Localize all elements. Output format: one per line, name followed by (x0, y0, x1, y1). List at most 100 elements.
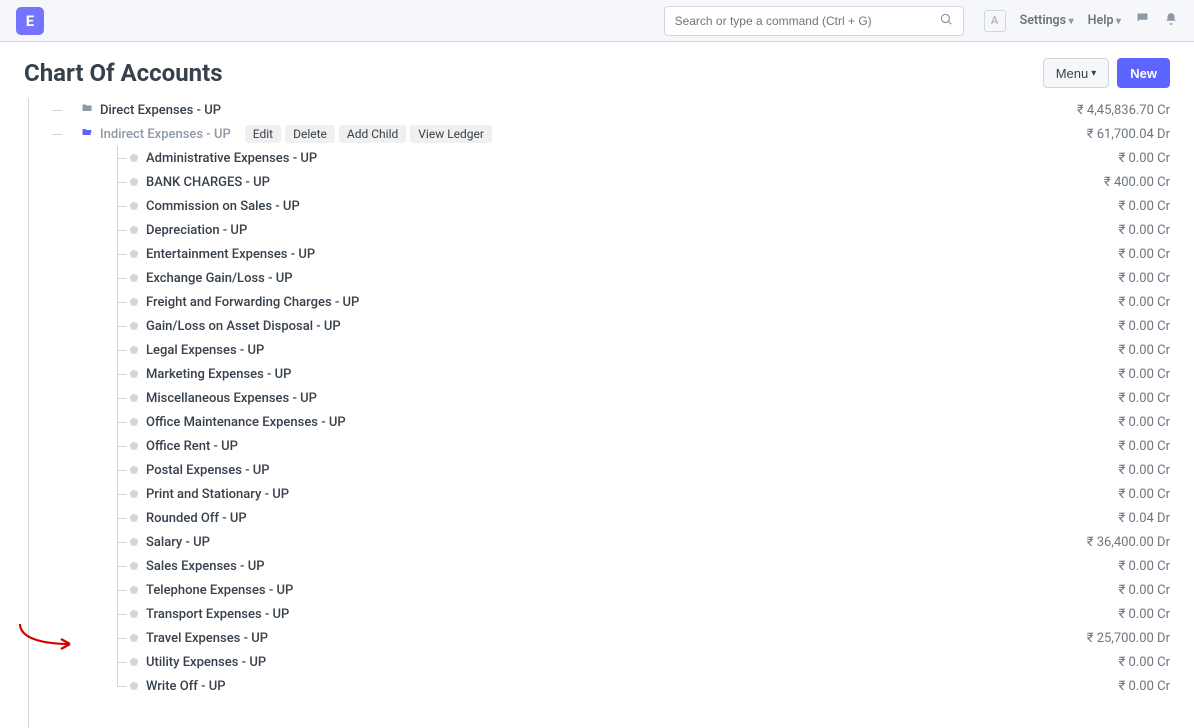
tree-leaf-amount: ₹ 0.00 Cr (1119, 559, 1170, 574)
tree-leaf-amount: ₹ 0.00 Cr (1119, 655, 1170, 670)
tree-leaf[interactable]: Print and Stationary - UP₹ 0.00 Cr (24, 482, 1170, 506)
tree-leaf-label: Print and Stationary - UP (146, 487, 289, 502)
leaf-bullet-icon (130, 298, 138, 306)
leaf-bullet-icon (130, 250, 138, 258)
tree-leaf-label: BANK CHARGES - UP (146, 175, 270, 190)
tree-leaf[interactable]: Marketing Expenses - UP ₹ 0.00 Cr (24, 362, 1170, 386)
leaf-bullet-icon (130, 274, 138, 282)
menu-button[interactable]: Menu▾ (1043, 58, 1110, 88)
tree-leaf-amount: ₹ 0.00 Cr (1119, 391, 1170, 406)
search-field[interactable] (675, 14, 939, 28)
page-actions: Menu▾ New (1043, 58, 1170, 88)
tree-leaf[interactable]: Exchange Gain/Loss - UP₹ 0.00 Cr (24, 266, 1170, 290)
tree-leaf-amount: ₹ 0.00 Cr (1119, 439, 1170, 454)
app-logo[interactable]: E (16, 7, 44, 35)
tree-leaf-label: Legal Expenses - UP (146, 343, 264, 358)
tree-leaf-label: Freight and Forwarding Charges - UP (146, 295, 359, 310)
tree-leaf-label: Marketing Expenses - UP (146, 367, 291, 382)
tree-leaf[interactable]: Freight and Forwarding Charges - UP₹ 0.0… (24, 290, 1170, 314)
tree-leaf-label: Administrative Expenses - UP (146, 151, 317, 166)
tree-leaf[interactable]: Write Off - UP ₹ 0.00 Cr (24, 674, 1170, 698)
new-button[interactable]: New (1117, 58, 1170, 88)
tree-leaf-label: Sales Expenses - UP (146, 559, 265, 574)
tree-leaf[interactable]: Miscellaneous Expenses - UP₹ 0.00 Cr (24, 386, 1170, 410)
tree-leaf-label: Salary - UP (146, 535, 210, 550)
leaf-bullet-icon (130, 466, 138, 474)
tree-leaf-label: Depreciation - UP (146, 223, 247, 238)
tree-leaf[interactable]: Administrative Expenses - UP ₹ 0.00 Cr (24, 146, 1170, 170)
folder-open-icon (80, 126, 94, 142)
tree-leaf-label: Utility Expenses - UP (146, 655, 266, 670)
tree-leaf[interactable]: Depreciation - UP ₹ 0.00 Cr (24, 218, 1170, 242)
tree-leaf[interactable]: Sales Expenses - UP ₹ 0.00 Cr (24, 554, 1170, 578)
leaf-bullet-icon (130, 562, 138, 570)
edit-action[interactable]: Edit (245, 125, 281, 143)
tree-leaf[interactable]: Travel Expenses - UP₹ 25,700.00 Dr (24, 626, 1170, 650)
tree-leaf[interactable]: Utility Expenses - UP ₹ 0.00 Cr (24, 650, 1170, 674)
tree-node-indirect-expenses[interactable]: Indirect Expenses - UP Edit Delete Add C… (24, 122, 1170, 146)
leaf-bullet-icon (130, 322, 138, 330)
tree-leaf-label: Exchange Gain/Loss - UP (146, 271, 293, 286)
bell-icon[interactable] (1164, 12, 1178, 30)
tree-leaf[interactable]: Entertainment Expenses - UP₹ 0.00 Cr (24, 242, 1170, 266)
tree-leaf-amount: ₹ 0.00 Cr (1119, 463, 1170, 478)
leaf-bullet-icon (130, 418, 138, 426)
tree-leaf-amount: ₹ 0.00 Cr (1119, 199, 1170, 214)
tree-leaf-label: Commission on Sales - UP (146, 199, 300, 214)
tree-node-direct-expenses[interactable]: Direct Expenses - UP ₹ 4,45,836.70 Cr (24, 98, 1170, 122)
tree-leaf-label: Postal Expenses - UP (146, 463, 270, 478)
tree-children: Administrative Expenses - UP ₹ 0.00 Cr BAN… (24, 146, 1170, 698)
tree-leaf-amount: ₹ 0.00 Cr (1119, 415, 1170, 430)
tree-leaf[interactable]: Office Maintenance Expenses - UP₹ 0.00 C… (24, 410, 1170, 434)
search-icon (939, 12, 953, 30)
leaf-bullet-icon (130, 490, 138, 498)
view-ledger-action[interactable]: View Ledger (410, 125, 492, 143)
delete-action[interactable]: Delete (285, 125, 335, 143)
tree-leaf[interactable]: Rounded Off - UP₹ 0.04 Dr (24, 506, 1170, 530)
leaf-bullet-icon (130, 514, 138, 522)
tree-leaf-label: Write Off - UP (146, 679, 226, 694)
tree-leaf-label: Telephone Expenses - UP (146, 583, 293, 598)
help-menu[interactable]: Help (1088, 13, 1121, 28)
tree-leaf-amount: ₹ 36,400.00 Dr (1087, 535, 1170, 550)
tree-leaf-amount: ₹ 0.00 Cr (1119, 583, 1170, 598)
search-input[interactable] (664, 6, 964, 36)
leaf-bullet-icon (130, 538, 138, 546)
tree-leaf[interactable]: Gain/Loss on Asset Disposal - UP ₹ 0.00 C… (24, 314, 1170, 338)
tree-leaf-amount: ₹ 0.00 Cr (1119, 223, 1170, 238)
tree-leaf-amount: ₹ 0.00 Cr (1119, 151, 1170, 166)
tree-leaf-amount: ₹ 400.00 Cr (1104, 175, 1170, 190)
tree-leaf-amount: ₹ 0.00 Cr (1119, 343, 1170, 358)
page-header: Chart Of Accounts Menu▾ New (0, 42, 1194, 98)
tree-node-amount: ₹ 61,700.04 Dr (1087, 127, 1170, 142)
tree-node-label: Indirect Expenses - UP (100, 127, 231, 142)
leaf-bullet-icon (130, 634, 138, 642)
tree-leaf[interactable]: Transport Expenses - UP ₹ 0.00 Cr (24, 602, 1170, 626)
tree-leaf-label: Office Rent - UP (146, 439, 238, 454)
leaf-bullet-icon (130, 226, 138, 234)
leaf-bullet-icon (130, 370, 138, 378)
leaf-bullet-icon (130, 346, 138, 354)
tree-leaf[interactable]: Office Rent - UP ₹ 0.00 Cr (24, 434, 1170, 458)
tree-leaf[interactable]: Postal Expenses - UP ₹ 0.00 Cr (24, 458, 1170, 482)
tree-leaf[interactable]: BANK CHARGES - UP ₹ 400.00 Cr (24, 170, 1170, 194)
tree-leaf-amount: ₹ 0.00 Cr (1119, 679, 1170, 694)
user-avatar[interactable]: A (984, 10, 1006, 32)
tree-leaf-amount: ₹ 0.00 Cr (1119, 607, 1170, 622)
topbar-right: A Settings Help (984, 10, 1178, 32)
tree-leaf-amount: ₹ 0.00 Cr (1119, 367, 1170, 382)
tree-leaf-amount: ₹ 0.00 Cr (1119, 319, 1170, 334)
tree-leaf[interactable]: Salary - UP ₹ 36,400.00 Dr (24, 530, 1170, 554)
tree-leaf-label: Transport Expenses - UP (146, 607, 289, 622)
add-child-action[interactable]: Add Child (339, 125, 406, 143)
leaf-bullet-icon (130, 442, 138, 450)
settings-menu[interactable]: Settings (1020, 13, 1074, 28)
node-actions: Edit Delete Add Child View Ledger (245, 125, 492, 143)
tree-leaf-label: Gain/Loss on Asset Disposal - UP (146, 319, 341, 334)
tree-leaf[interactable]: Commission on Sales - UP ₹ 0.00 Cr (24, 194, 1170, 218)
folder-icon (80, 102, 94, 118)
topbar: E A Settings Help (0, 0, 1194, 42)
tree-leaf[interactable]: Telephone Expenses - UP ₹ 0.00 Cr (24, 578, 1170, 602)
chat-icon[interactable] (1135, 11, 1150, 30)
tree-leaf[interactable]: Legal Expenses - UP ₹ 0.00 Cr (24, 338, 1170, 362)
